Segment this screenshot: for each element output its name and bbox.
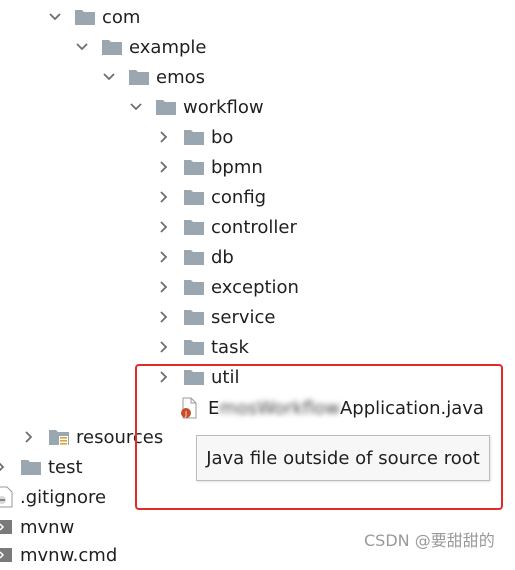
folder-icon	[101, 38, 123, 56]
chevron-right-icon[interactable]	[157, 340, 171, 354]
chevron-right-icon[interactable]	[22, 430, 36, 444]
tree-label: bo	[211, 126, 234, 148]
tree-row-com[interactable]: com	[48, 2, 140, 32]
resources-folder-icon	[48, 428, 70, 446]
folder-icon	[74, 8, 96, 26]
tree-row-task[interactable]: task	[157, 332, 249, 362]
tree-label: controller	[211, 216, 297, 238]
chevron-down-icon[interactable]	[48, 10, 62, 24]
tree-row-config[interactable]: config	[157, 182, 266, 212]
folder-icon	[128, 68, 150, 86]
tree-row-example[interactable]: example	[75, 32, 206, 62]
folder-icon	[155, 98, 177, 116]
chevron-right-icon[interactable]	[157, 280, 171, 294]
tree-label: .gitignore	[20, 486, 107, 508]
tree-row-workflow[interactable]: workflow	[129, 92, 264, 122]
tree-row-bo[interactable]: bo	[157, 122, 233, 152]
tree-row-test[interactable]: test	[0, 452, 83, 482]
folder-icon	[183, 338, 205, 356]
tooltip: Java file outside of source root	[196, 435, 490, 481]
chevron-right-icon[interactable]	[157, 220, 171, 234]
folder-icon	[183, 128, 205, 146]
chevron-down-icon[interactable]	[102, 70, 116, 84]
chevron-right-icon[interactable]	[157, 310, 171, 324]
chevron-right-icon[interactable]	[157, 130, 171, 144]
cmd-script-icon	[0, 544, 14, 566]
tree-label: workflow	[183, 96, 264, 118]
tree-row-service[interactable]: service	[157, 302, 275, 332]
tree-label: emos	[156, 66, 205, 88]
tree-label: bpmn	[211, 156, 263, 178]
tree-label: test	[48, 456, 83, 478]
chevron-right-icon[interactable]	[157, 250, 171, 264]
chevron-right-icon[interactable]	[0, 460, 8, 474]
folder-icon	[183, 308, 205, 326]
tree-row-bpmn[interactable]: bpmn	[157, 152, 263, 182]
folder-icon	[20, 458, 42, 476]
tree-label: service	[211, 306, 276, 328]
folder-icon	[183, 218, 205, 236]
gitignore-file-icon	[0, 486, 14, 508]
tree-label: mvnw	[20, 516, 75, 538]
tree-row-emos[interactable]: emos	[102, 62, 205, 92]
chevron-right-icon[interactable]	[157, 160, 171, 174]
tree-row-exception[interactable]: exception	[157, 272, 299, 302]
watermark: CSDN @要甜甜的	[364, 531, 495, 550]
tree-label: com	[102, 6, 141, 28]
shell-script-icon	[0, 516, 14, 538]
tree-label: mvnw.cmd	[20, 544, 118, 566]
tree-label: config	[211, 186, 267, 208]
tree-row-controller[interactable]: controller	[157, 212, 297, 242]
folder-icon	[183, 248, 205, 266]
chevron-down-icon[interactable]	[129, 100, 143, 114]
tree-label: exception	[211, 276, 299, 298]
folder-icon	[183, 158, 205, 176]
folder-icon	[183, 188, 205, 206]
tree-label: task	[211, 336, 249, 358]
tree-row-db[interactable]: db	[157, 242, 234, 272]
tree-label: db	[211, 246, 234, 268]
tree-row-mvnw-cmd[interactable]: mvnw.cmd	[0, 540, 117, 570]
tree-row-gitignore[interactable]: .gitignore	[0, 482, 106, 512]
chevron-right-icon[interactable]	[157, 190, 171, 204]
chevron-down-icon[interactable]	[75, 40, 89, 54]
tree-label: example	[129, 36, 207, 58]
folder-icon	[183, 278, 205, 296]
tree-row-mvnw[interactable]: mvnw	[0, 512, 74, 542]
